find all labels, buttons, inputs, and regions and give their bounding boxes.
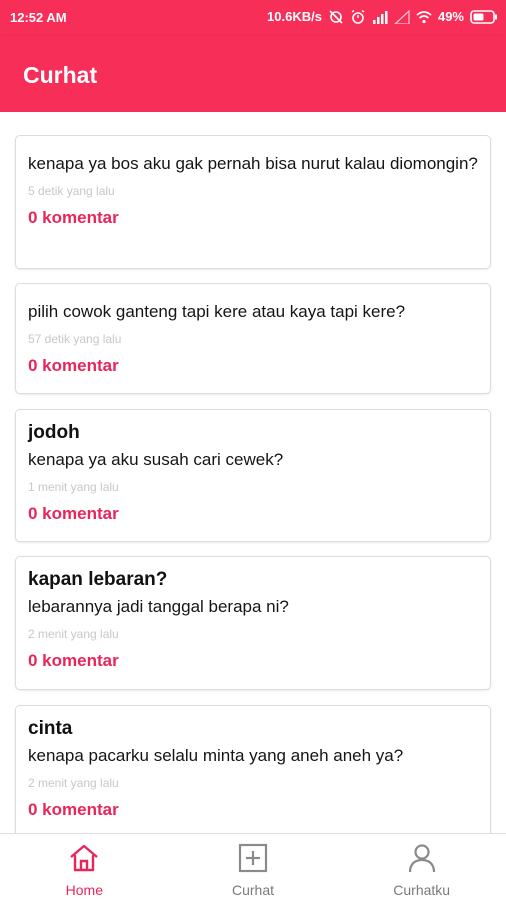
nav-curhatku[interactable]: Curhatku [337, 834, 506, 901]
nav-curhat-label: Curhat [231, 882, 275, 898]
post-text: kenapa ya bos aku gak pernah bisa nurut … [28, 154, 478, 173]
wifi-icon [416, 10, 432, 23]
post-text: kenapa pacarku selalu minta yang aneh an… [28, 746, 404, 765]
post-time: 2 menit yang lalu [28, 776, 119, 790]
comment-count-link[interactable]: 0 komentar [28, 504, 478, 524]
comment-count-link[interactable]: 0 komentar [28, 208, 478, 228]
post-time: 1 menit yang lalu [28, 480, 119, 494]
page-title: Curhat [23, 62, 98, 88]
post-card[interactable]: kapan lebaran? lebarannya jadi tanggal b… [15, 556, 491, 690]
post-title: kapan lebaran? [28, 569, 168, 590]
add-box-icon [238, 843, 268, 873]
nav-home[interactable]: Home [0, 834, 169, 901]
battery-percent: 49% [437, 9, 464, 24]
comment-count-link[interactable]: 0 komentar [28, 356, 478, 376]
nav-curhat[interactable]: Curhat [169, 834, 338, 901]
post-card[interactable]: jodoh kenapa ya aku susah cari cewek? 1 … [15, 409, 491, 542]
network-speed: 10.6KB/s [267, 9, 322, 24]
home-icon [70, 844, 99, 872]
post-card[interactable]: kenapa ya bos aku gak pernah bisa nurut … [15, 135, 491, 269]
signal-icon [372, 10, 388, 24]
comment-count-link[interactable]: 0 komentar [28, 651, 478, 671]
battery-icon [470, 9, 497, 24]
post-text: lebarannya jadi tanggal berapa ni? [28, 597, 289, 616]
post-card[interactable]: cinta kenapa pacarku selalu minta yang a… [15, 705, 491, 833]
signal-weak-icon [394, 9, 410, 24]
post-feed[interactable]: kenapa ya bos aku gak pernah bisa nurut … [0, 112, 506, 833]
status-bar: 12:52 AM 10.6KB/s 49% [0, 0, 506, 36]
status-icons: 10.6KB/s 49% [267, 9, 498, 24]
sync-off-icon [329, 9, 343, 24]
post-time: 5 detik yang lalu [28, 184, 115, 198]
person-icon [408, 844, 435, 873]
status-time: 12:52 AM [10, 10, 67, 25]
app-bar: Curhat [0, 36, 506, 112]
post-card[interactable]: pilih cowok ganteng tapi kere atau kaya … [15, 283, 491, 394]
bottom-nav: Home Curhat Curhatku [0, 833, 506, 901]
post-text: pilih cowok ganteng tapi kere atau kaya … [28, 302, 406, 321]
post-title: cinta [28, 718, 73, 739]
alarm-icon [351, 9, 365, 24]
post-time: 57 detik yang lalu [28, 332, 122, 346]
post-time: 2 menit yang lalu [28, 627, 119, 641]
comment-count-link[interactable]: 0 komentar [28, 800, 478, 820]
nav-home-label: Home [65, 882, 104, 898]
nav-curhatku-label: Curhatku [393, 882, 451, 898]
post-title: jodoh [28, 422, 80, 443]
post-text: kenapa ya aku susah cari cewek? [28, 450, 284, 469]
